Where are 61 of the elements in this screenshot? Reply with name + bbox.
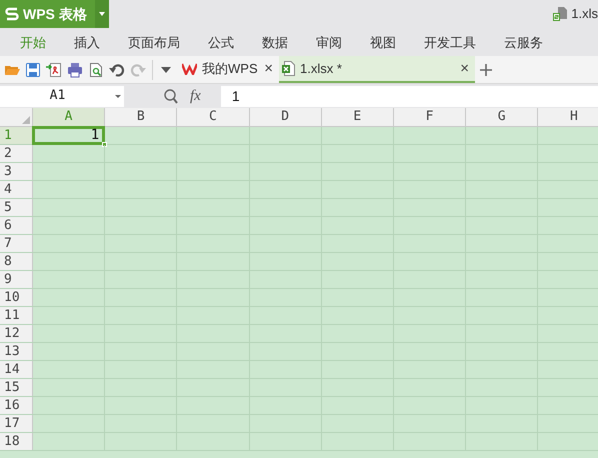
name-box[interactable]: A1 bbox=[0, 86, 124, 106]
export-pdf-icon[interactable] bbox=[46, 62, 62, 78]
column-header[interactable]: C bbox=[177, 108, 250, 126]
cell-value: 1 bbox=[90, 126, 100, 145]
menu-tab[interactable]: 开发工具 bbox=[424, 32, 476, 52]
row-header[interactable]: 18 bbox=[0, 433, 33, 450]
row-header[interactable]: 13 bbox=[0, 343, 33, 360]
menu-tab[interactable]: 视图 bbox=[370, 32, 396, 52]
menu-tab[interactable]: 公式 bbox=[208, 32, 234, 52]
window-title: 1.xls bbox=[571, 5, 598, 24]
column-header[interactable]: B bbox=[105, 108, 178, 126]
tab-label[interactable]: 我的WPS bbox=[202, 58, 260, 78]
column-header[interactable]: F bbox=[394, 108, 466, 126]
row-header[interactable]: 6 bbox=[0, 217, 33, 234]
caret-icon bbox=[98, 12, 105, 16]
wps-logo-icon bbox=[182, 62, 197, 74]
row-header[interactable]: 9 bbox=[0, 271, 33, 288]
menu-tab[interactable]: 插入 bbox=[74, 32, 100, 52]
row-header[interactable]: 4 bbox=[0, 181, 33, 198]
document-icon bbox=[553, 7, 568, 21]
tab-label[interactable]: 1.xlsx * bbox=[300, 58, 456, 78]
row-header[interactable]: 15 bbox=[0, 379, 33, 396]
row-header[interactable]: 12 bbox=[0, 325, 33, 342]
row-header[interactable]: 3 bbox=[0, 163, 33, 180]
plus-icon bbox=[480, 64, 492, 76]
formula-input-field[interactable]: 1 bbox=[220, 86, 598, 106]
printer-icon[interactable] bbox=[67, 62, 83, 78]
spreadsheet-file-icon bbox=[282, 61, 295, 76]
row-header[interactable]: 11 bbox=[0, 307, 33, 324]
row-header[interactable]: 14 bbox=[0, 361, 33, 378]
close-tab-button[interactable]: × bbox=[264, 61, 273, 76]
row-header[interactable]: 2 bbox=[0, 145, 33, 162]
column-header[interactable]: D bbox=[250, 108, 322, 126]
print-preview-icon[interactable] bbox=[88, 62, 104, 78]
zoom-search-icon[interactable] bbox=[164, 88, 178, 104]
column-header[interactable]: E bbox=[322, 108, 394, 126]
document-tab[interactable]: 1.xlsx * × bbox=[279, 56, 475, 83]
row-header[interactable]: 5 bbox=[0, 199, 33, 216]
close-tab-button[interactable]: × bbox=[460, 61, 469, 76]
column-header[interactable]: G bbox=[466, 108, 538, 126]
grid-cell[interactable]: 1 bbox=[33, 127, 106, 144]
select-all-icon[interactable] bbox=[22, 116, 30, 124]
logo-icon bbox=[5, 7, 19, 21]
dropdown-arrow-icon bbox=[115, 94, 121, 98]
fill-handle[interactable] bbox=[102, 142, 108, 147]
app-dropdown-button[interactable] bbox=[94, 0, 109, 28]
row-header[interactable]: 7 bbox=[0, 235, 33, 252]
menu-tab[interactable]: 页面布局 bbox=[128, 32, 180, 52]
row-header[interactable]: 16 bbox=[0, 397, 33, 414]
column-header[interactable]: H bbox=[538, 108, 598, 126]
dropdown-caret-icon[interactable] bbox=[161, 66, 171, 72]
row-header[interactable]: 17 bbox=[0, 415, 33, 432]
menu-tab[interactable]: 云服务 bbox=[504, 32, 543, 52]
undo-icon[interactable] bbox=[109, 62, 125, 78]
menu-tab[interactable]: 审阅 bbox=[316, 32, 342, 52]
save-icon[interactable] bbox=[25, 62, 41, 78]
menu-tab[interactable]: 数据 bbox=[262, 32, 288, 52]
row-header[interactable]: 10 bbox=[0, 289, 33, 306]
document-tab[interactable]: 我的WPS × bbox=[179, 56, 279, 83]
insert-function-button[interactable]: fx bbox=[190, 84, 201, 108]
row-header[interactable]: 8 bbox=[0, 253, 33, 270]
